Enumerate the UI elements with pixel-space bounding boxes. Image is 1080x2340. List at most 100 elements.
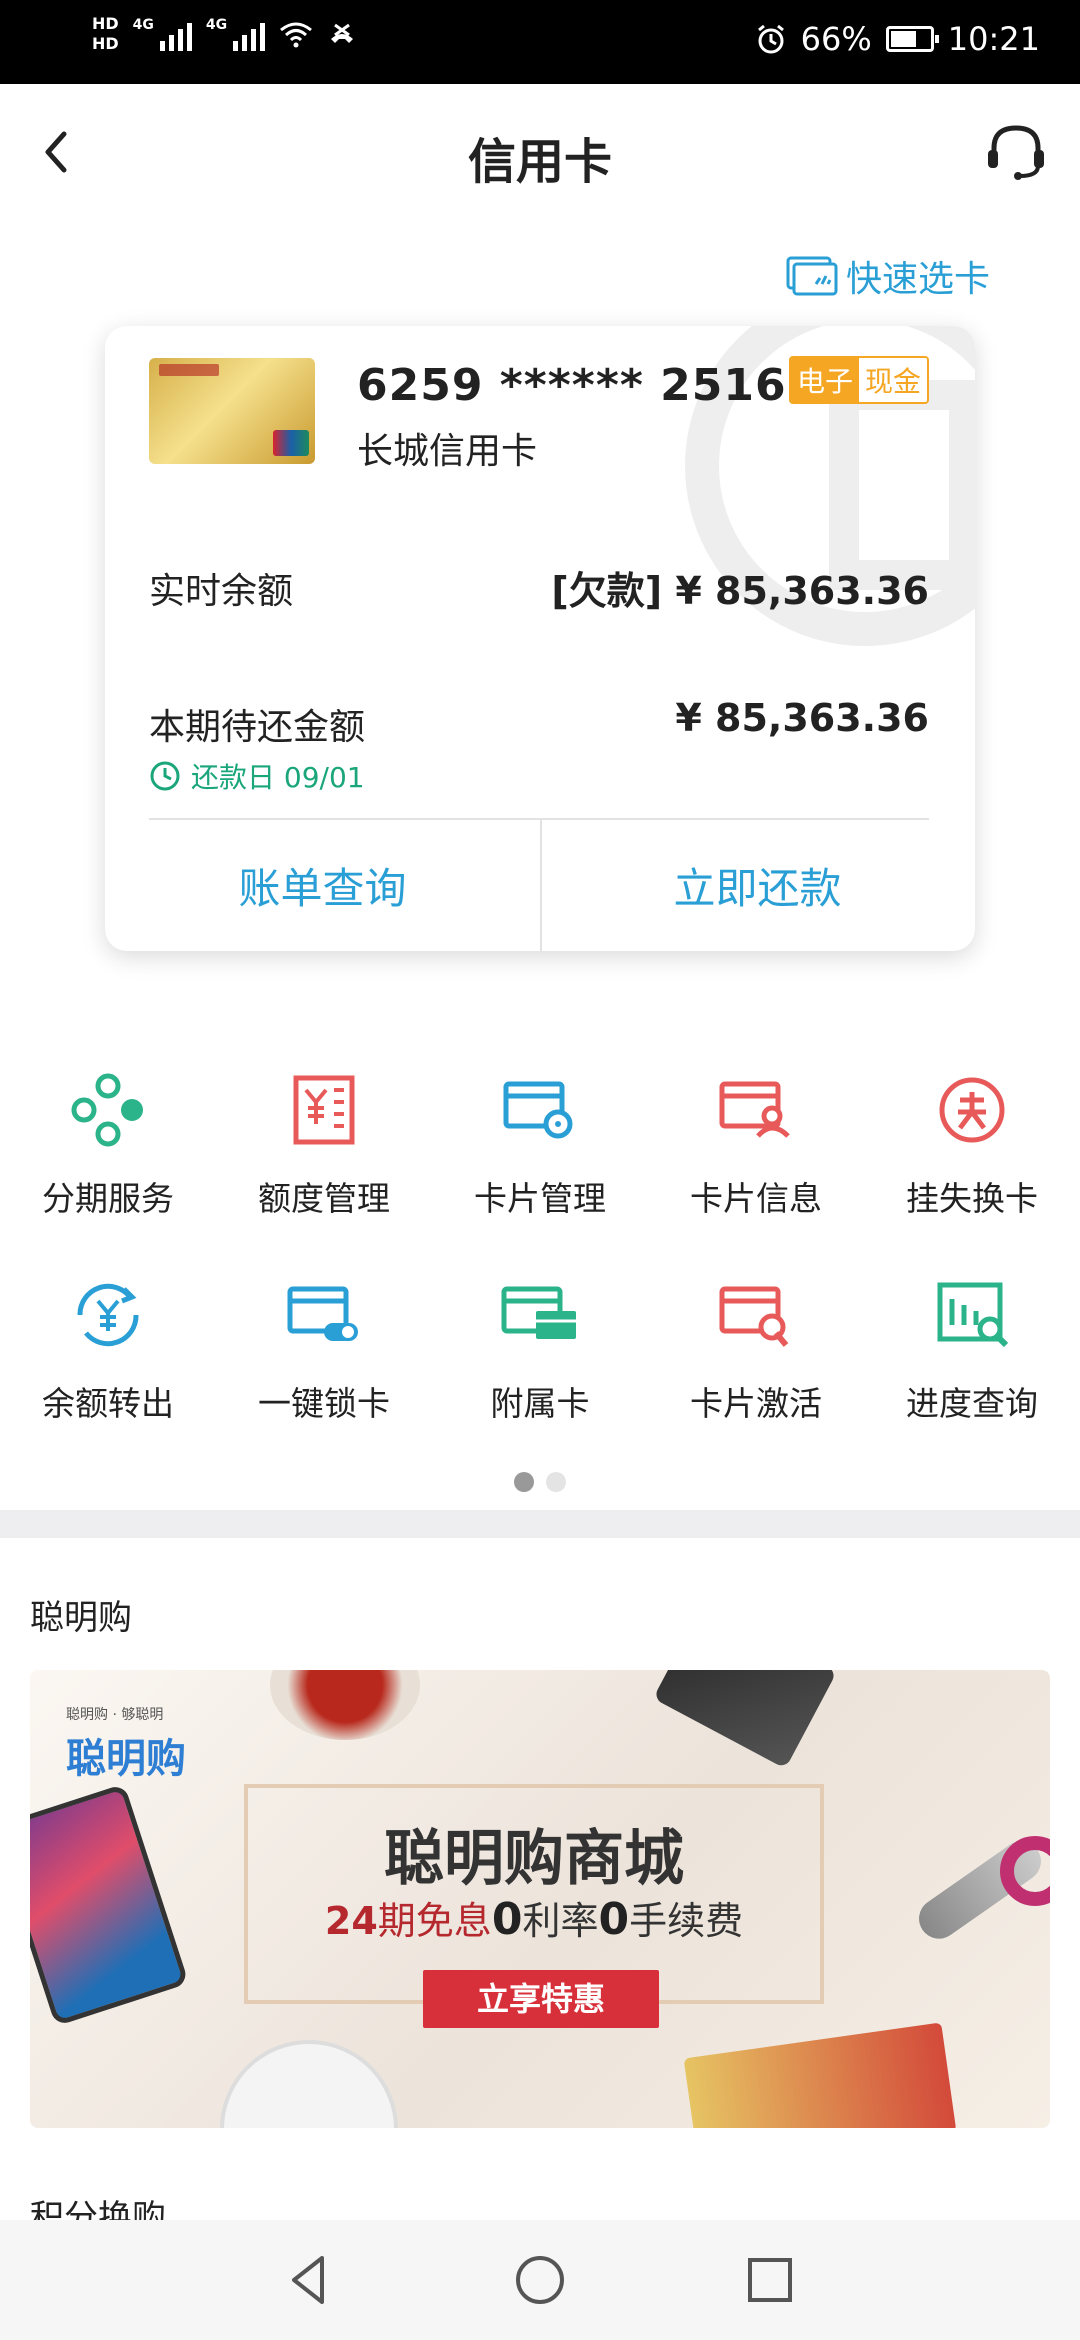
system-nav-bar <box>0 2220 1080 2340</box>
gift-box-image <box>683 2022 957 2128</box>
banner-subtitle: 24期免息0利率0手续费 <box>244 1890 824 1945</box>
service-label: 卡片管理 <box>474 1179 606 1218</box>
banner-title: 聪明购商城 <box>384 1824 684 1894</box>
service-label: 卡片信息 <box>690 1179 822 1218</box>
service-lock-card[interactable]: 一键锁卡 <box>216 1275 432 1480</box>
status-bar: HD HD 4G 4G 66% 10:21 <box>0 0 1080 84</box>
wifi-icon <box>280 22 313 48</box>
phone-image <box>652 1670 838 1769</box>
nav-recents-icon[interactable] <box>740 2250 800 2310</box>
customer-service-icon[interactable] <box>980 116 1052 188</box>
hd-2-label: HD <box>92 34 119 53</box>
due-date: 还款日 09/01 <box>149 756 365 796</box>
card-settings-icon <box>503 1081 573 1139</box>
amount-due-label: 本期待还金额 <box>149 707 366 748</box>
banner-sub-b: 利率 <box>522 1899 599 1943</box>
bank-logo-icon <box>159 364 219 376</box>
credit-card-panel: 6259 ****** 2516 长城信用卡 电子 现金 实时余额 [欠款] ¥… <box>105 326 975 951</box>
nav-back-icon[interactable] <box>280 2250 340 2310</box>
service-label: 附属卡 <box>490 1384 590 1423</box>
repay-now-button[interactable]: 立即还款 <box>540 820 975 951</box>
balance-label: 实时余额 <box>149 571 294 612</box>
service-installment[interactable]: 分期服务 <box>0 1070 216 1275</box>
installment-icon <box>71 1073 143 1147</box>
service-card-info[interactable]: 卡片信息 <box>648 1070 864 1275</box>
smart-buy-logo: 聪明购 · 够聪明 聪明购 <box>66 1704 186 1784</box>
service-row-2: 余额转出 一键锁卡 附属卡 卡片激活 进度查询 <box>0 1275 1080 1480</box>
service-label: 额度管理 <box>258 1179 390 1218</box>
service-label: 一键锁卡 <box>258 1384 390 1423</box>
service-activate-card[interactable]: 卡片激活 <box>648 1275 864 1480</box>
service-grid: 分期服务 额度管理 卡片管理 卡片信息 挂失换卡 余额转出 一键锁卡 附属卡 卡… <box>0 1070 1080 1480</box>
section-separator <box>0 1510 1080 1538</box>
service-label: 进度查询 <box>906 1384 1038 1423</box>
signal-2-icon: 4G <box>205 17 266 51</box>
hd-indicators: HD HD <box>92 14 119 54</box>
service-progress-query[interactable]: 进度查询 <box>864 1275 1080 1480</box>
progress-query-icon <box>937 1282 1009 1348</box>
amount-due-value: ¥ 85,363.36 <box>675 696 929 740</box>
page-dot-1[interactable] <box>514 1472 534 1492</box>
card-switch-icon <box>786 256 838 296</box>
clock: 10:21 <box>947 20 1040 58</box>
service-balance-transfer[interactable]: 余额转出 <box>0 1275 216 1480</box>
balance-value: [欠款] ¥ 85,363.36 <box>551 569 929 613</box>
clock-icon <box>150 761 180 791</box>
lock-card-icon <box>287 1286 358 1341</box>
ecash-badge-part2: 现金 <box>858 358 927 402</box>
card-image <box>149 358 315 464</box>
banner-sub-c: 手续费 <box>629 1899 744 1943</box>
nav-home-icon[interactable] <box>510 2250 570 2310</box>
service-supplementary-card[interactable]: 附属卡 <box>432 1275 648 1480</box>
quick-select-card-link[interactable]: 快速选卡 <box>786 250 990 302</box>
service-label: 挂失换卡 <box>906 1179 1038 1218</box>
robot-vacuum-image <box>220 2040 398 2128</box>
banner-sub-0b: 0 <box>598 1894 630 1945</box>
battery-icon <box>885 26 939 52</box>
service-label: 余额转出 <box>42 1384 174 1423</box>
smartphone-image <box>30 1783 190 2027</box>
banner-cta-button[interactable]: 立享特惠 <box>423 1970 659 2028</box>
signal-1-icon: 4G <box>133 17 192 51</box>
service-label: 分期服务 <box>42 1179 174 1218</box>
no-call-icon <box>331 23 354 43</box>
due-date-text: 还款日 09/01 <box>191 761 365 794</box>
balance-transfer-icon <box>77 1283 139 1347</box>
card-name: 长城信用卡 <box>357 431 538 472</box>
service-card-management[interactable]: 卡片管理 <box>432 1070 648 1275</box>
service-label: 卡片激活 <box>690 1384 822 1423</box>
network-1-label: 4G <box>132 17 154 33</box>
network-2-label: 4G <box>205 17 228 33</box>
battery-percent: 66% <box>800 20 872 58</box>
alarm-icon <box>757 24 784 54</box>
credit-limit-icon <box>293 1075 355 1145</box>
service-row-1: 分期服务 额度管理 卡片管理 卡片信息 挂失换卡 <box>0 1070 1080 1275</box>
page-indicator <box>0 1472 1080 1492</box>
crayfish-image <box>270 1670 420 1740</box>
card-number: 6259 ****** 2516 <box>357 360 787 411</box>
banner-sub-24: 24 <box>324 1899 378 1943</box>
page-title: 信用卡 <box>467 134 612 190</box>
ecash-badge-part1: 电子 <box>790 358 859 402</box>
activate-card-icon <box>719 1286 789 1347</box>
smart-buy-logo-text: 聪明购 <box>66 1736 186 1782</box>
service-report-loss[interactable]: 挂失换卡 <box>864 1070 1080 1275</box>
service-credit-limit[interactable]: 额度管理 <box>216 1070 432 1275</box>
unionpay-logo-icon <box>273 430 309 456</box>
supplementary-card-icon <box>501 1286 576 1339</box>
banner-sub-a: 期免息 <box>377 1899 492 1943</box>
smart-buy-section-title: 聪明购 <box>30 1598 132 1638</box>
smart-buy-banner[interactable]: 聪明购 · 够聪明 聪明购 聪明购商城 24期免息0利率0手续费 立享特惠 <box>30 1670 1050 2128</box>
status-right: 66% 10:21 <box>755 20 1040 58</box>
ecash-badge: 电子 现金 <box>788 356 929 404</box>
battery-fill <box>890 31 916 47</box>
card-info-icon <box>719 1081 790 1138</box>
hd-1-label: HD <box>92 14 119 33</box>
report-loss-icon <box>939 1077 1005 1143</box>
status-left: HD HD 4G 4G <box>92 14 357 54</box>
bill-query-button[interactable]: 账单查询 <box>105 820 542 951</box>
quick-select-label: 快速选卡 <box>845 259 990 300</box>
smart-buy-logo-small: 聪明购 · 够聪明 <box>66 1707 164 1723</box>
page-dot-2[interactable] <box>546 1472 566 1492</box>
banner-sub-0a: 0 <box>491 1894 523 1945</box>
